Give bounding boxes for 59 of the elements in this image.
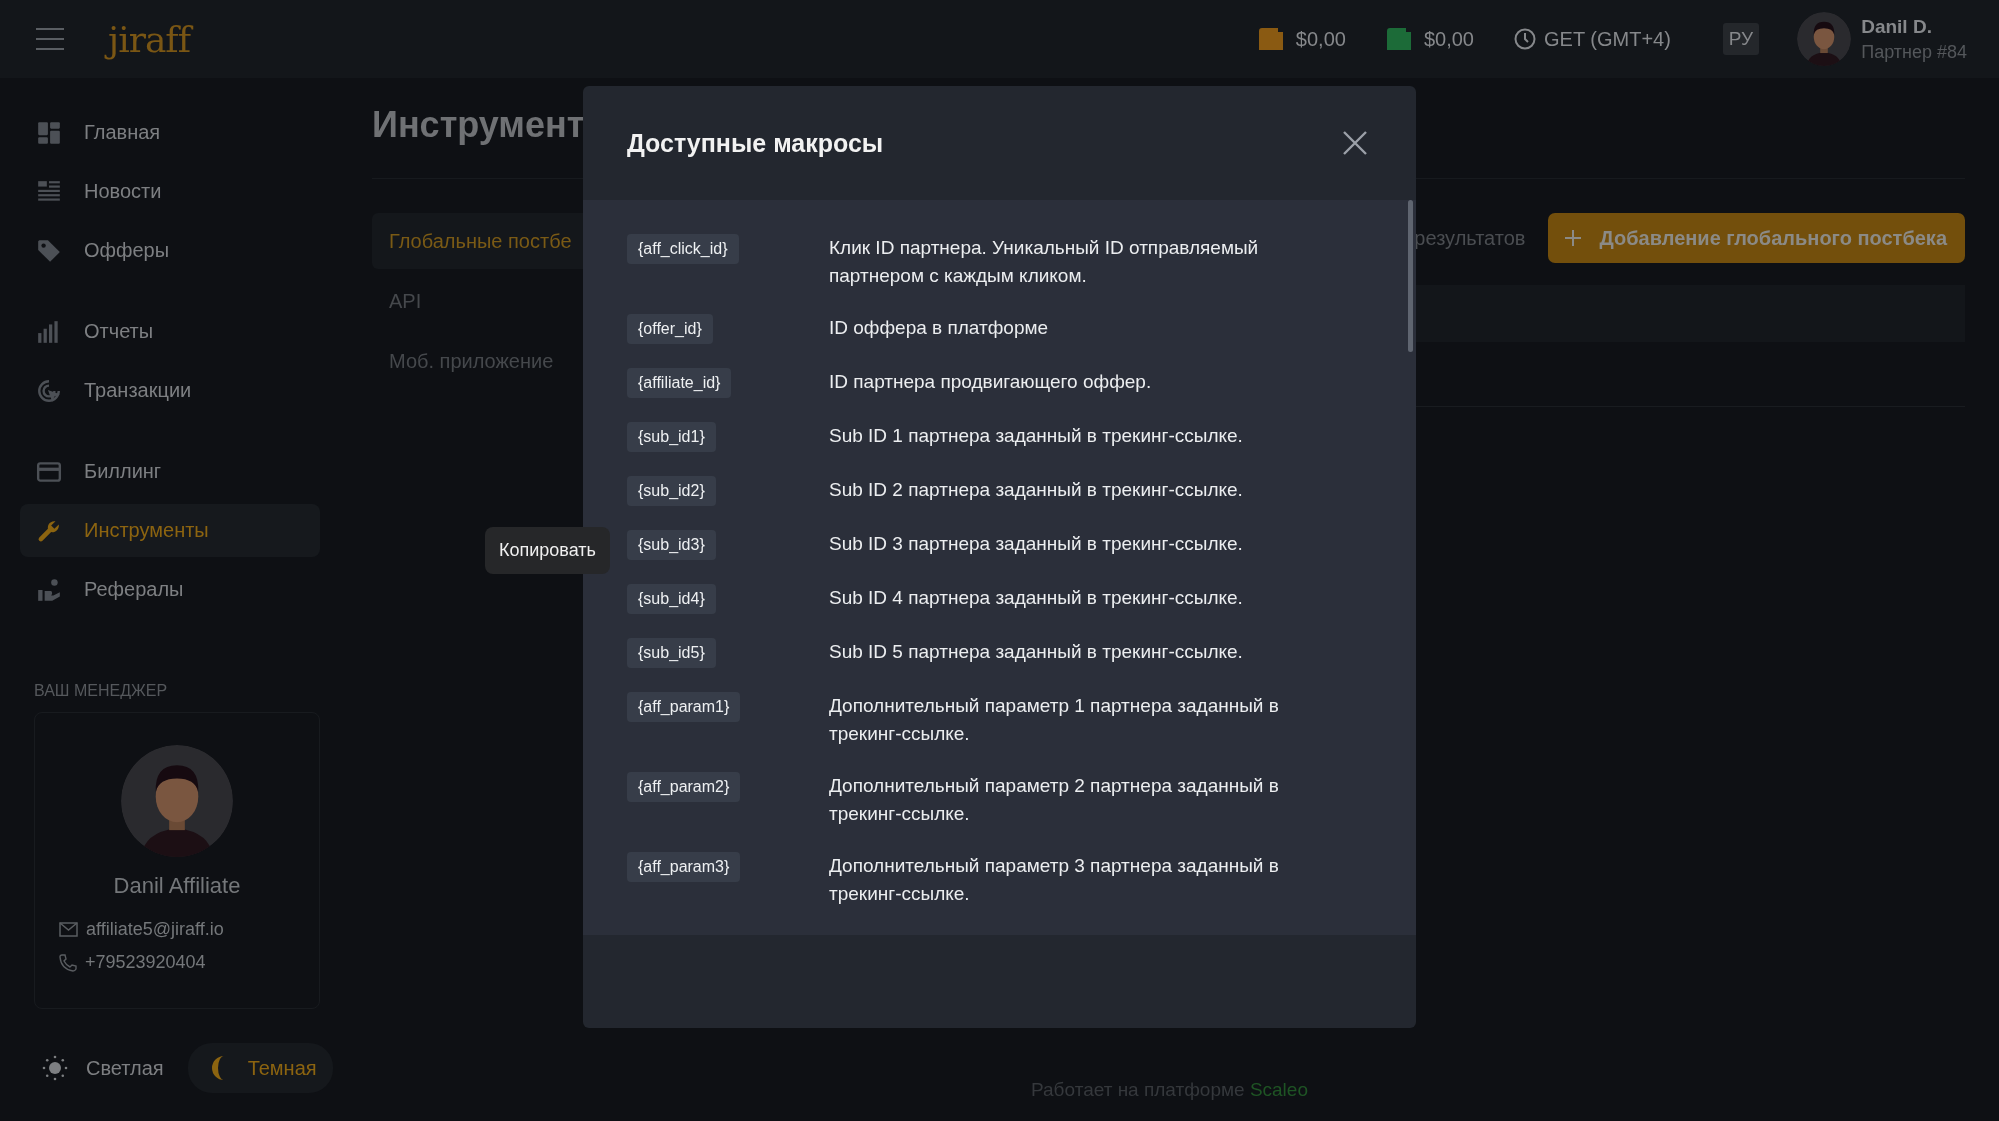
timezone[interactable]: GET (GMT+4) xyxy=(1544,27,1671,51)
referrals-icon xyxy=(36,576,62,603)
macro-description: Sub ID 5 партнера заданный в трекинг-ссылке. xyxy=(829,640,1244,664)
offers-icon xyxy=(36,237,62,264)
sidebar-item[interactable]: Офферы xyxy=(20,224,320,277)
macro-tag[interactable]: {affiliate_id} xyxy=(627,368,732,398)
theme-option[interactable]: Темная xyxy=(187,1043,333,1093)
macro-tag[interactable]: {sub_id1} xyxy=(627,422,716,452)
dialog-title: Доступные макросы xyxy=(627,128,884,158)
macro-tag[interactable]: {sub_id2} xyxy=(627,476,716,506)
macro-description: Sub ID 1 партнера заданный в трекинг-ссылке. xyxy=(829,424,1244,448)
macro-description: Sub ID 3 партнера заданный в трекинг-ссылке. xyxy=(829,532,1244,556)
sidebar-item[interactable]: Отчеты xyxy=(20,305,320,358)
balance-amount: $0,00 xyxy=(1295,27,1346,51)
sidebar-item[interactable]: Новости xyxy=(20,165,320,218)
macro-description: Дополнительный параметр 3 партнера заданный в трекинг-ссылке. xyxy=(829,854,1280,906)
manager-phone: +79523920404 xyxy=(85,952,206,973)
macro-description: ID оффера в платформе xyxy=(829,316,1050,340)
user-role: Партнер #84 xyxy=(1861,41,1967,63)
macro-tag[interactable]: {sub_id4} xyxy=(627,584,716,614)
sidebar-item[interactable]: Инструменты xyxy=(20,504,320,557)
macro-tag[interactable]: {sub_id3} xyxy=(627,530,716,560)
menu-icon[interactable] xyxy=(36,28,64,50)
macro-description: ID партнера продвигающего оффер. xyxy=(829,370,1153,394)
macro-description: Дополнительный параметр 1 партнера заданный в трекинг-ссылке. xyxy=(829,694,1280,746)
macro-tag[interactable]: {aff_param2} xyxy=(627,772,741,802)
user-name: Danil D. xyxy=(1861,15,1933,38)
sidebar-item[interactable]: Главная xyxy=(20,106,320,159)
mail-icon xyxy=(59,922,78,937)
macro-description: Sub ID 4 партнера заданный в трекинг-ссылке. xyxy=(829,586,1244,610)
sun-icon xyxy=(42,1055,68,1081)
macro-tag[interactable]: {aff_param3} xyxy=(627,852,741,882)
language-button[interactable]: РУ xyxy=(1722,23,1760,55)
sidebar-item[interactable]: Биллинг xyxy=(20,445,320,498)
avatar xyxy=(1797,12,1852,66)
balance-amount: $0,00 xyxy=(1423,27,1474,51)
macro-tag[interactable]: {aff_param1} xyxy=(627,692,741,722)
home-icon xyxy=(36,119,62,146)
page-title: Инструмент xyxy=(372,104,585,147)
sidebar-item[interactable]: Транзакции xyxy=(20,364,320,417)
transactions-icon xyxy=(36,377,62,404)
sidebar-item[interactable]: Рефералы xyxy=(20,563,320,616)
macro-description: Клик ID партнера. Уникальный ID отправляемый партнером с каждым кликом. xyxy=(829,236,1260,288)
macro-description: Дополнительный параметр 2 партнера заданный в трекинг-ссылке. xyxy=(829,774,1280,826)
scrollbar[interactable] xyxy=(1408,200,1413,352)
theme-option[interactable]: Светлая xyxy=(20,1043,180,1093)
phone-icon xyxy=(59,953,77,972)
plus-icon xyxy=(1563,229,1582,247)
close-icon xyxy=(1342,130,1368,156)
manager-name: Danil Affiliate xyxy=(113,873,241,899)
macro-description: Sub ID 2 партнера заданный в трекинг-ссылке. xyxy=(829,478,1244,502)
results-text: результатов xyxy=(1414,226,1526,250)
manager-email[interactable]: affiliate5@jiraff.io xyxy=(86,919,224,940)
macro-tag[interactable]: {aff_click_id} xyxy=(627,234,739,264)
section-heading: ВАШ МЕНЕДЖЕР xyxy=(34,682,169,700)
clock-icon xyxy=(1514,28,1536,50)
tooltip: Копировать xyxy=(485,527,610,574)
macro-tag[interactable]: {sub_id5} xyxy=(627,638,716,668)
macro-tag[interactable]: {offer_id} xyxy=(627,314,713,344)
